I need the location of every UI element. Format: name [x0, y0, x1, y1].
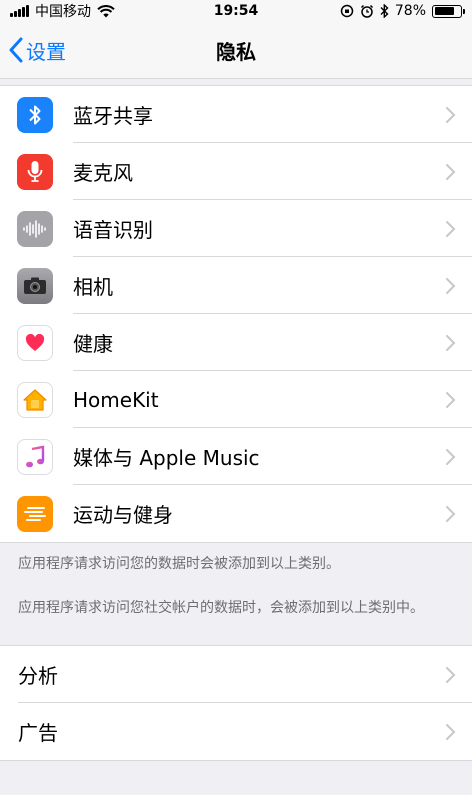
- row-label: 广告: [18, 721, 58, 745]
- chevron-right-icon: [446, 106, 456, 123]
- chevron-right-icon: [446, 334, 456, 351]
- battery-percent: 78%: [394, 3, 426, 19]
- motion-fitness-icon: [17, 495, 53, 532]
- status-bar: 中国移动 19:54 78%: [0, 0, 472, 22]
- page-title: 隐私: [216, 39, 256, 64]
- row-label: 分析: [18, 664, 58, 688]
- row-label: 媒体与 Apple Music: [73, 446, 260, 470]
- bluetooth-icon: [17, 96, 53, 133]
- row-label: 蓝牙共享: [73, 104, 153, 128]
- battery-icon: [432, 4, 465, 18]
- footnote-data-access: 应用程序请求访问您的数据时会被添加到以上类别。: [18, 556, 340, 572]
- chevron-right-icon: [446, 163, 456, 180]
- row-media-apple-music[interactable]: 媒体与 Apple Music: [0, 428, 472, 485]
- row-label: 语音识别: [73, 218, 153, 242]
- chevron-right-icon: [446, 666, 456, 683]
- back-button[interactable]: 设置: [0, 36, 66, 65]
- bluetooth-status-icon: [380, 4, 389, 18]
- chevron-left-icon: [9, 37, 23, 63]
- health-heart-icon: [17, 324, 53, 361]
- row-advertising[interactable]: 广告: [0, 703, 472, 760]
- chevron-right-icon: [446, 277, 456, 294]
- row-bluetooth-sharing[interactable]: 蓝牙共享: [0, 86, 472, 143]
- chevron-right-icon: [446, 448, 456, 465]
- privacy-list: 蓝牙共享 麦克风 语音识别 相机 健康 HomeKit 媒体与 Apple Mu…: [0, 85, 472, 543]
- footnote-social-accounts: 应用程序请求访问您社交帐户的数据时，会被添加到以上类别中。: [18, 600, 424, 616]
- chevron-right-icon: [446, 220, 456, 237]
- orientation-lock-icon: [340, 4, 354, 18]
- row-label: 相机: [73, 275, 113, 299]
- back-label: 设置: [26, 39, 66, 64]
- row-speech-recognition[interactable]: 语音识别: [0, 200, 472, 257]
- row-label: 健康: [73, 332, 113, 356]
- row-analytics[interactable]: 分析: [0, 646, 472, 703]
- microphone-icon: [17, 153, 53, 190]
- navigation-bar: 设置 隐私: [0, 22, 472, 79]
- row-health[interactable]: 健康: [0, 314, 472, 371]
- chevron-right-icon: [446, 723, 456, 740]
- cellular-signal-icon: [10, 5, 29, 17]
- carrier-name: 中国移动: [35, 4, 91, 20]
- camera-icon: [17, 267, 53, 304]
- speech-recognition-icon: [17, 210, 53, 247]
- row-camera[interactable]: 相机: [0, 257, 472, 314]
- row-label: 麦克风: [73, 161, 133, 185]
- row-label: 运动与健身: [73, 503, 173, 527]
- homekit-house-icon: [17, 381, 53, 418]
- analytics-ads-list: 分析 广告: [0, 645, 472, 761]
- music-note-icon: [17, 438, 53, 475]
- row-microphone[interactable]: 麦克风: [0, 143, 472, 200]
- chevron-right-icon: [446, 505, 456, 522]
- wifi-icon: [97, 4, 115, 17]
- row-label: HomeKit: [73, 387, 159, 412]
- row-homekit[interactable]: HomeKit: [0, 371, 472, 428]
- row-motion-fitness[interactable]: 运动与健身: [0, 485, 472, 542]
- alarm-icon: [360, 4, 373, 18]
- chevron-right-icon: [446, 391, 456, 408]
